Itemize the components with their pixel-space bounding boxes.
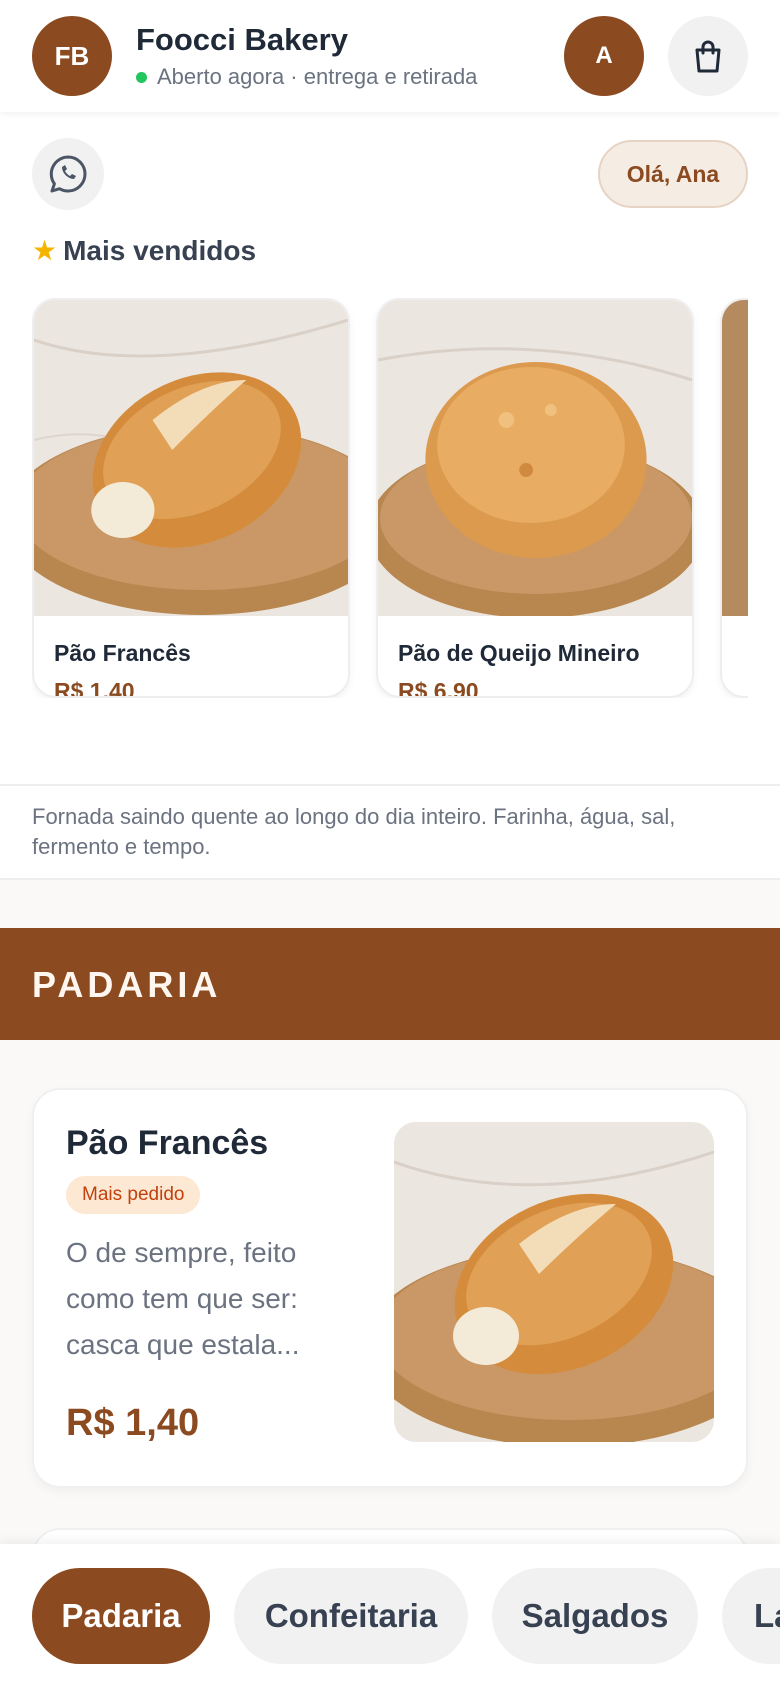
- best-seller-name: Pão de Queijo Mineiro: [398, 640, 640, 666]
- best-sellers-carousel[interactable]: Pão Francês R$ 1,40 Pão de Queijo Mineir…: [32, 298, 748, 698]
- best-seller-card[interactable]: Pão Francês R$ 1,40: [32, 298, 350, 698]
- tagline-box: Fornada saindo quente ao longo do dia in…: [0, 784, 780, 880]
- store-status-text: Aberto agora · entrega e retirada: [157, 64, 478, 89]
- pao-de-queijo-image: [378, 300, 692, 618]
- whatsapp-button[interactable]: [32, 138, 104, 210]
- tab-salgados[interactable]: Salgados: [492, 1568, 698, 1664]
- status-dot-icon: [136, 71, 147, 83]
- tab-padaria[interactable]: Padaria: [32, 1568, 210, 1664]
- greeting-button[interactable]: Olá, Ana: [598, 140, 748, 208]
- best-seller-price: R$ 1,40: [54, 678, 135, 698]
- shopping-bag-icon: [695, 40, 721, 73]
- cart-button[interactable]: [668, 16, 748, 96]
- best-seller-card[interactable]: Pão de Queijo Mineiro R$ 6,90: [376, 298, 694, 698]
- tab-confeitaria[interactable]: Confeitaria: [234, 1568, 468, 1664]
- product-description: O de sempre, feito como tem que ser: cas…: [66, 1237, 300, 1360]
- brand-name: Foocci Bakery: [136, 22, 348, 57]
- product-card[interactable]: Pão Francês Mais pedido O de sempre, fei…: [32, 1088, 748, 1488]
- tab-partial[interactable]: La: [722, 1568, 780, 1664]
- product-name: Pão Francês: [66, 1124, 269, 1162]
- star-icon: ★: [32, 235, 58, 266]
- category-banner: PADARIA: [0, 928, 780, 1040]
- product-image: [394, 1122, 714, 1442]
- tagline: Fornada saindo quente ao longo do dia in…: [32, 804, 676, 859]
- app-header: FB Foocci Bakery Aberto agora · entrega …: [0, 0, 780, 112]
- category-title: PADARIA: [32, 964, 222, 1005]
- category-tabs: Padaria Confeitaria Salgados La: [0, 1544, 780, 1688]
- product-price: R$ 1,40: [66, 1402, 200, 1444]
- best-seller-price: R$ 6,90: [398, 678, 479, 698]
- best-sellers-heading: ★ Mais vendidos: [32, 234, 256, 267]
- pao-frances-image: [34, 300, 348, 616]
- best-sellers-heading-text: Mais vendidos: [63, 234, 257, 266]
- popular-badge: Mais pedido: [66, 1176, 201, 1214]
- best-seller-name: Pão Francês: [54, 640, 191, 666]
- whatsapp-icon: [49, 155, 87, 193]
- store-status: Aberto agora · entrega e retirada: [136, 64, 477, 90]
- product-image: [722, 300, 748, 616]
- user-avatar-button[interactable]: A: [564, 16, 644, 96]
- best-seller-card-partial[interactable]: [720, 298, 748, 698]
- top-section: Olá, Ana ★ Mais vendidos Pão Francês R$ …: [0, 112, 780, 786]
- brand-avatar[interactable]: FB: [32, 16, 112, 96]
